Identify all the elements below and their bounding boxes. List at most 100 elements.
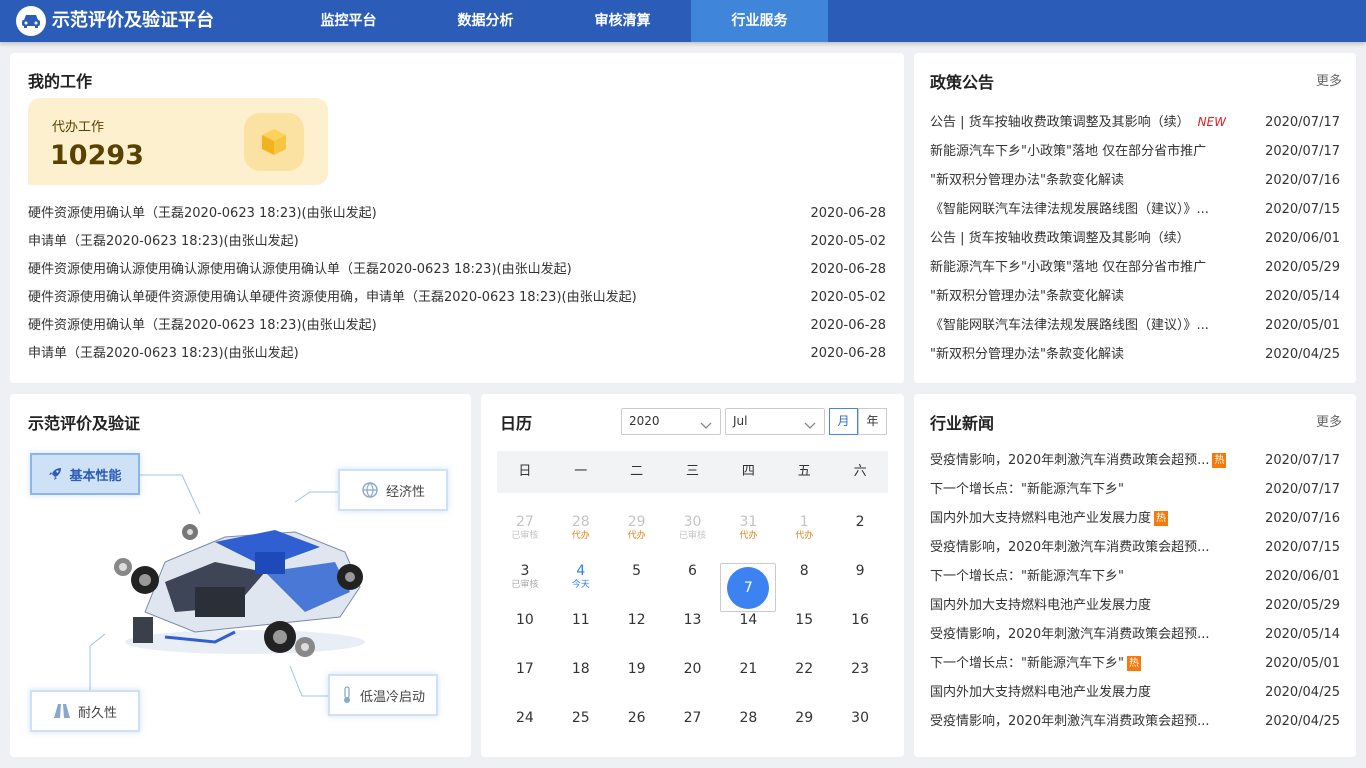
calendar-day[interactable]: 6	[665, 549, 721, 598]
chevron-down-icon	[804, 415, 816, 440]
calendar-day[interactable]: 29 代办	[609, 500, 665, 549]
news-date: 2020/04/25	[1265, 714, 1340, 729]
list-item[interactable]: 公告 | 货车按轴收费政策调整及其影响（续） 2020/06/01	[930, 224, 1340, 253]
calendar-day[interactable]: 30 已审核	[665, 500, 721, 549]
calendar-day[interactable]: 29	[776, 696, 832, 745]
calendar-day[interactable]: 24	[497, 696, 553, 745]
day-number: 22	[795, 661, 814, 677]
list-item[interactable]: 硬件资源使用确认源使用确认源使用确认源使用确认单（王磊2020-0623 18:…	[28, 256, 886, 284]
list-item[interactable]: "新双积分管理办法"条款变化解读 2020/05/14	[930, 282, 1340, 311]
news-date: 2020/07/15	[1265, 540, 1340, 555]
calendar-grid: 27 已审核 28 代办 29 代办 30 已审核 31 代办 1 代办 2 3 已审核 4 今天 5 6 7 8 9 10…	[497, 500, 888, 745]
hot-badge: 热	[1154, 511, 1169, 526]
calendar-day[interactable]: 4 今天	[553, 549, 609, 598]
day-status: 今天	[571, 580, 590, 590]
list-item[interactable]: 受疫情影响，2020年刺激汽车消费政策会超预... 2020/07/15	[930, 533, 1340, 562]
list-item[interactable]: 新能源汽车下乡"小政策"落地 仅在部分省市推广 2020/07/17	[930, 137, 1340, 166]
list-item[interactable]: 申请单（王磊2020-0623 18:23)(由张山发起) 2020-06-28	[28, 340, 886, 368]
tab-basic-performance[interactable]: 基本性能	[30, 453, 140, 495]
list-item[interactable]: 下一个增长点："新能源汽车下乡" 2020/06/01	[930, 562, 1340, 591]
hot-badge: 热	[1212, 453, 1227, 468]
calendar-day[interactable]: 12	[609, 598, 665, 647]
year-mode-button[interactable]: 年	[858, 408, 887, 435]
nav-industry-service[interactable]: 行业服务	[691, 0, 828, 42]
calendar-day[interactable]: 15	[776, 598, 832, 647]
calendar-day[interactable]: 17	[497, 647, 553, 696]
list-item[interactable]: 国内外加大支持燃料电池产业发展力度 2020/04/25	[930, 678, 1340, 707]
day-number: 15	[795, 612, 814, 628]
list-item[interactable]: 硬件资源使用确认单硬件资源使用确认单硬件资源使用确，申请单（王磊2020-062…	[28, 284, 886, 312]
list-item[interactable]: 受疫情影响，2020年刺激汽车消费政策会超预... 热 2020/07/17	[930, 446, 1340, 475]
calendar-day[interactable]: 31 代办	[720, 500, 776, 549]
list-item[interactable]: 《智能网联汽车法律法规发展路线图（建议）》... 2020/05/01	[930, 311, 1340, 340]
calendar-day[interactable]: 21	[720, 647, 776, 696]
list-item[interactable]: 下一个增长点："新能源汽车下乡" 热 2020/05/01	[930, 649, 1340, 678]
month-mode-button[interactable]: 月	[829, 408, 858, 435]
calendar-day[interactable]: 11	[553, 598, 609, 647]
nav-monitor[interactable]: 监控平台	[280, 0, 417, 42]
calendar-day[interactable]: 13	[665, 598, 721, 647]
list-item[interactable]: 《智能网联汽车法律法规发展路线图（建议）》... 2020/07/15	[930, 195, 1340, 224]
day-status: 已审核	[678, 531, 706, 541]
list-item[interactable]: 申请单（王磊2020-0623 18:23)(由张山发起) 2020-05-02	[28, 228, 886, 256]
news-headline: 下一个增长点："新能源汽车下乡"	[930, 482, 1124, 497]
todo-summary[interactable]: 代办工作 10293	[28, 98, 328, 185]
list-item[interactable]: 受疫情影响，2020年刺激汽车消费政策会超预... 2020/04/25	[930, 707, 1340, 736]
calendar-day[interactable]: 28	[720, 696, 776, 745]
calendar-day[interactable]: 27 已审核	[497, 500, 553, 549]
calendar-day[interactable]: 28 代办	[553, 500, 609, 549]
calendar-day[interactable]: 19	[609, 647, 665, 696]
list-item[interactable]: 下一个增长点："新能源汽车下乡" 2020/07/17	[930, 475, 1340, 504]
calendar-day[interactable]: 1 代办	[776, 500, 832, 549]
year-select[interactable]: 2020	[621, 408, 721, 435]
calendar-day[interactable]: 2	[832, 500, 888, 549]
road-icon	[53, 703, 71, 719]
list-item[interactable]: "新双积分管理办法"条款变化解读 2020/04/25	[930, 340, 1340, 369]
list-item[interactable]: "新双积分管理办法"条款变化解读 2020/07/16	[930, 166, 1340, 195]
news-date: 2020/04/25	[1265, 685, 1340, 700]
news-more-link[interactable]: 更多	[1316, 411, 1342, 430]
news-date: 2020/07/17	[1265, 482, 1340, 497]
list-item[interactable]: 新能源汽车下乡"小政策"落地 仅在部分省市推广 2020/05/29	[930, 253, 1340, 282]
list-item[interactable]: 公告 | 货车按轴收费政策调整及其影响（续） NEW 2020/07/17	[930, 108, 1340, 137]
list-item[interactable]: 国内外加大支持燃料电池产业发展力度 2020/05/29	[930, 591, 1340, 620]
calendar-day[interactable]: 10	[497, 598, 553, 647]
calendar-day[interactable]: 5	[609, 549, 665, 598]
calendar-day[interactable]: 23	[832, 647, 888, 696]
nav-data-analysis[interactable]: 数据分析	[417, 0, 554, 42]
calendar-day[interactable]: 8	[776, 549, 832, 598]
calendar-day[interactable]: 20	[665, 647, 721, 696]
list-item[interactable]: 硬件资源使用确认单（王磊2020-0623 18:23)(由张山发起) 2020-…	[28, 312, 886, 340]
day-number: 26	[627, 710, 646, 726]
tab-economy[interactable]: 经济性	[338, 469, 448, 511]
box-icon	[244, 113, 304, 171]
list-item[interactable]: 国内外加大支持燃料电池产业发展力度热 2020/07/16	[930, 504, 1340, 533]
tab-durability[interactable]: 耐久性	[30, 690, 140, 732]
day-status: 已审核	[511, 531, 539, 541]
calendar-day[interactable]: 14	[720, 598, 776, 647]
globe-icon	[361, 481, 379, 499]
list-item[interactable]: 受疫情影响，2020年刺激汽车消费政策会超预... 2020/05/14	[930, 620, 1340, 649]
tab-cold-start[interactable]: 低温冷启动	[328, 674, 438, 716]
nav-audit-clearing[interactable]: 审核清算	[554, 0, 691, 42]
list-item[interactable]: 硬件资源使用确认单（王磊2020-0623 18:23)(由张山发起) 2020-…	[28, 200, 886, 228]
news-headline: 国内外加大支持燃料电池产业发展力度	[930, 685, 1152, 700]
calendar-day[interactable]: 3 已审核	[497, 549, 553, 598]
policy-more-link[interactable]: 更多	[1316, 70, 1342, 89]
calendar-day[interactable]: 16	[832, 598, 888, 647]
calendar-day[interactable]: 22	[776, 647, 832, 696]
day-number: 30	[851, 710, 869, 726]
calendar-day[interactable]: 25	[553, 696, 609, 745]
calendar-day[interactable]: 9	[832, 549, 888, 598]
news-card: 行业新闻 更多 受疫情影响，2020年刺激汽车消费政策会超预... 热 2020/0…	[914, 394, 1356, 757]
policy-card: 政策公告 更多 公告 | 货车按轴收费政策调整及其影响（续） NEW 2020/07…	[914, 53, 1356, 383]
day-number: 21	[739, 661, 758, 677]
calendar-day[interactable]: 30	[832, 696, 888, 745]
news-headline: 下一个增长点："新能源汽车下乡"	[930, 569, 1124, 584]
month-select[interactable]: Jul	[725, 408, 825, 435]
weekday-label: 五	[797, 464, 811, 479]
calendar-card: 日历 2020 Jul 月 年 日一二三四五六 27 已审核 28 代办 29 代办 30 已…	[481, 394, 904, 757]
calendar-day[interactable]: 27	[665, 696, 721, 745]
calendar-day[interactable]: 26	[609, 696, 665, 745]
calendar-day[interactable]: 18	[553, 647, 609, 696]
